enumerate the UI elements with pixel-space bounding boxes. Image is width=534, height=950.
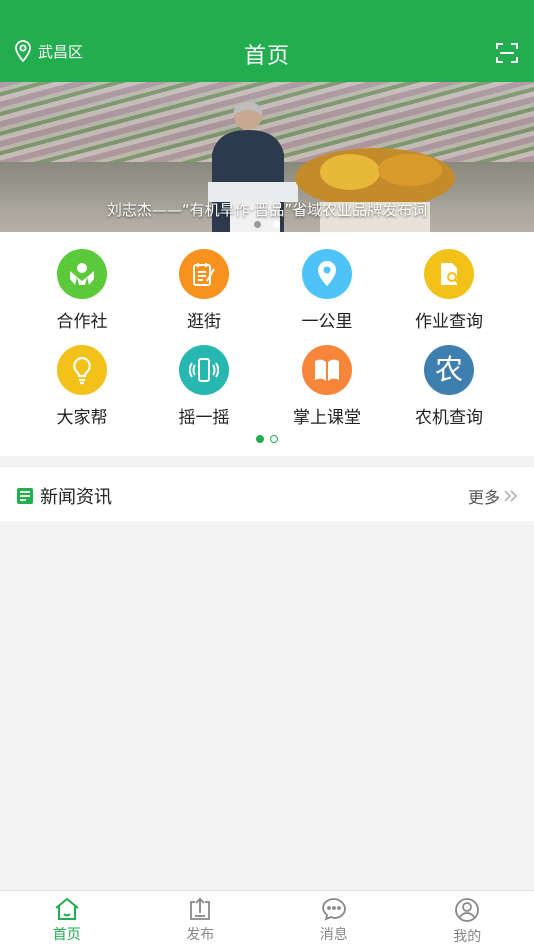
tab-publish[interactable]: 发布 (134, 891, 268, 950)
grid-item-shopping[interactable]: 逛街 (137, 249, 271, 332)
double-chevron-right-icon (504, 490, 518, 502)
more-label: 更多 (467, 488, 500, 507)
book-icon (302, 345, 352, 395)
tab-label: 消息 (319, 927, 348, 943)
scan-button[interactable] (496, 42, 518, 68)
banner-dot-active[interactable] (273, 221, 280, 228)
hands-icon (57, 249, 107, 299)
tab-label: 首页 (52, 927, 81, 943)
top-bar: 武昌区 首页 (0, 0, 534, 82)
tab-label: 我的 (453, 929, 482, 945)
page-title: 首页 (243, 44, 290, 69)
notepad-icon (179, 249, 229, 299)
news-icon (17, 488, 33, 504)
news-section-title: 新闻资讯 (40, 487, 112, 508)
tab-label: 发布 (186, 927, 215, 943)
upload-icon (190, 897, 211, 920)
function-grid: 合作社 逛街 一公里 作业查询 大家帮 摇一摇 掌上课堂 农 农机查询 (0, 232, 534, 456)
banner-dot[interactable] (254, 221, 261, 228)
banner-carousel[interactable]: 刘志杰——“有机旱作·晋品”省域农业品牌发布词 (0, 82, 534, 232)
tab-messages[interactable]: 消息 (267, 891, 401, 950)
grid-item-label: 农机查询 (415, 408, 483, 428)
banner-indicator (0, 221, 534, 228)
grid-item-label: 作业查询 (415, 312, 483, 332)
grid-item-shake[interactable]: 摇一摇 (137, 345, 271, 428)
grid-item-label: 逛街 (187, 312, 221, 332)
grid-page-dot[interactable] (270, 435, 278, 443)
tab-home[interactable]: 首页 (0, 891, 134, 950)
location-pin-icon (302, 249, 352, 299)
chat-icon (321, 898, 346, 921)
grid-item-job-query[interactable]: 作业查询 (382, 249, 516, 332)
grid-item-one-km[interactable]: 一公里 (260, 249, 394, 332)
banner-caption: 刘志杰——“有机旱作·晋品”省域农业品牌发布词 (106, 201, 428, 219)
grid-item-machinery-query[interactable]: 农 农机查询 (382, 345, 516, 428)
grid-item-help-each-other[interactable]: 大家帮 (15, 345, 149, 428)
bottom-tab-bar: 首页 发布 消息 我的 (0, 890, 534, 950)
grid-item-label: 掌上课堂 (293, 408, 361, 428)
news-more-link[interactable]: 更多 (468, 484, 518, 508)
phone-shake-icon (179, 345, 229, 395)
nong-character-icon: 农 (424, 345, 474, 395)
grid-item-label: 合作社 (56, 312, 108, 332)
grid-item-label: 大家帮 (56, 408, 108, 428)
grid-page-indicator (0, 435, 534, 443)
grid-page-dot-active[interactable] (256, 435, 264, 443)
document-search-icon (424, 249, 474, 299)
tab-mine[interactable]: 我的 (401, 891, 534, 950)
news-section-header: 新闻资讯 更多 (0, 467, 534, 521)
lightbulb-icon (57, 345, 107, 395)
grid-item-label: 摇一摇 (178, 408, 230, 428)
grid-item-cooperative[interactable]: 合作社 (15, 249, 149, 332)
home-icon (55, 897, 79, 920)
user-icon (455, 898, 480, 922)
grid-item-label: 一公里 (301, 312, 353, 332)
grid-item-online-class[interactable]: 掌上课堂 (260, 345, 394, 428)
scan-icon (496, 43, 518, 63)
